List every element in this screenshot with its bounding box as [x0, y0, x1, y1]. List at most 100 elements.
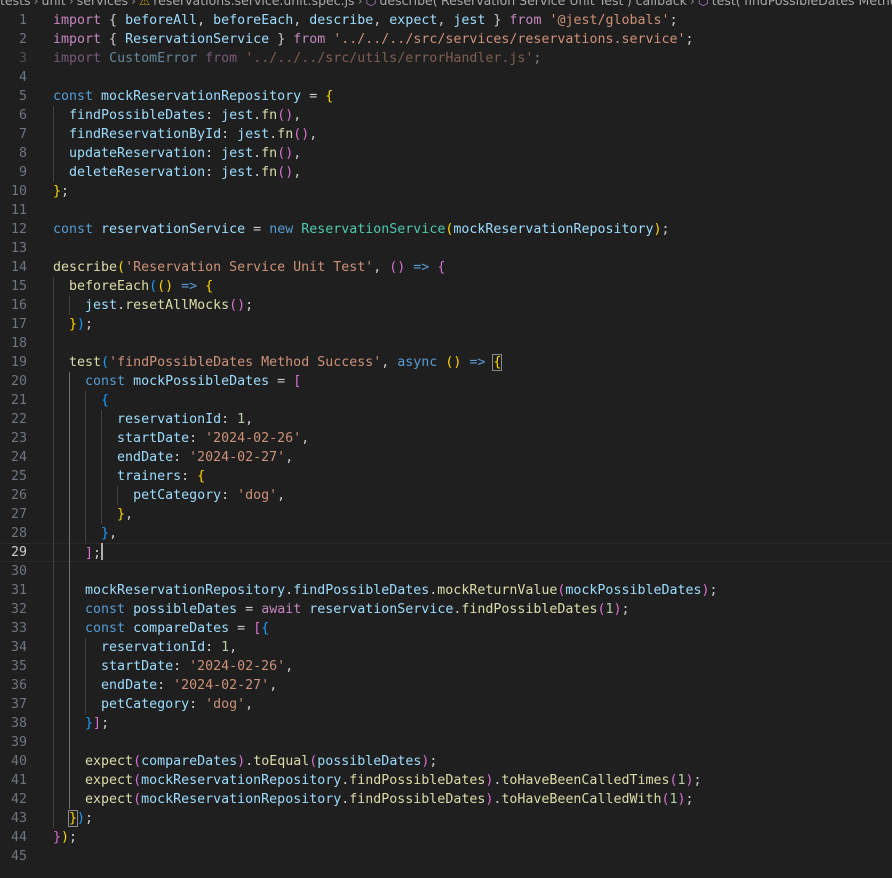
code-line[interactable]: 23 startDate: '2024-02-26', [0, 429, 892, 448]
code-line[interactable]: 13 [0, 239, 892, 258]
code-line[interactable]: 31 mockReservationRepository.findPossibl… [0, 581, 892, 600]
code-line[interactable]: 18 [0, 334, 892, 353]
breadcrumb-item-tests[interactable]: tests [0, 0, 31, 8]
breadcrumb-item-describe[interactable]: describe('Reservation Service Unit Test'… [379, 0, 686, 8]
code-token: , [245, 412, 254, 427]
code-line[interactable]: 11 [0, 201, 892, 220]
code-token: fn [277, 127, 294, 142]
code-line[interactable]: 19 test('findPossibleDates Method Succes… [0, 353, 892, 372]
breadcrumb-item-services[interactable]: services [77, 0, 128, 8]
code-line[interactable]: 17 }); [0, 315, 892, 334]
code-token: startDate [101, 659, 174, 674]
code-token: fn [261, 108, 278, 123]
code-token: ; [533, 51, 542, 66]
code-line[interactable]: 6 findPossibleDates: jest.fn(), [0, 106, 892, 125]
code-line[interactable]: 22 reservationId: 1, [0, 410, 892, 429]
code-token: () [229, 298, 246, 313]
code-token: } [117, 507, 126, 522]
code-token: ) [61, 830, 70, 845]
code-line[interactable]: 34 reservationId: 1, [0, 638, 892, 657]
code-line[interactable]: 26 petCategory: 'dog', [0, 486, 892, 505]
code-token: ; [661, 222, 670, 237]
code-line[interactable]: 9 deleteReservation: jest.fn(), [0, 163, 892, 182]
code-line[interactable]: 7 findReservationById: jest.fn(), [0, 125, 892, 144]
code-line[interactable]: 20 const mockPossibleDates = [ [0, 372, 892, 391]
code-token: describe [309, 13, 374, 28]
code-token: } [53, 830, 62, 845]
code-line[interactable]: 35 startDate: '2024-02-26', [0, 657, 892, 676]
code-token: } [85, 716, 94, 731]
line-number: 16 [10, 298, 27, 313]
code-line-current[interactable]: 29 ]; [0, 543, 892, 562]
code-token: '2024-02-27' [189, 450, 286, 465]
chevron-right-icon: › [33, 0, 39, 8]
code-token: ( [133, 773, 142, 788]
code-token: , [373, 13, 390, 28]
code-line[interactable]: 24 endDate: '2024-02-27', [0, 448, 892, 467]
code-line[interactable]: 32 const possibleDates = await reservati… [0, 600, 892, 619]
code-line[interactable]: 12 const reservationService = new Reserva… [0, 220, 892, 239]
code-token: , [125, 507, 134, 522]
line-number: 21 [10, 393, 27, 408]
code-line[interactable]: 28 }, [0, 524, 892, 543]
code-token: reservationService [101, 222, 246, 237]
code-token: = [245, 222, 270, 237]
code-line[interactable]: 2 import { ReservationService } from '../… [0, 30, 892, 49]
matching-bracket: { [492, 354, 503, 371]
code-token: . [117, 298, 126, 313]
code-token: from [509, 13, 542, 28]
chevron-right-icon: › [357, 0, 363, 8]
code-line[interactable]: 27 }, [0, 505, 892, 524]
code-line[interactable]: 38 }]; [0, 714, 892, 733]
code-line[interactable]: 40 expect(compareDates).toEqual(possible… [0, 752, 892, 771]
code-line[interactable]: 16 jest.resetAllMocks(); [0, 296, 892, 315]
code-line[interactable]: 30 [0, 562, 892, 581]
code-line[interactable]: 43 }); [0, 809, 892, 828]
code-token: ) [685, 773, 694, 788]
code-token: ( [661, 792, 670, 807]
code-line[interactable]: 25 trainers: { [0, 467, 892, 486]
code-editor[interactable]: 1 import { beforeAll, beforeEach, describ… [0, 11, 892, 866]
code-line[interactable]: 44}); [0, 828, 892, 847]
code-token: } [69, 317, 78, 332]
code-line[interactable]: 45 [0, 847, 892, 866]
code-line[interactable]: 42 expect(mockReservationRepository.find… [0, 790, 892, 809]
line-number: 23 [10, 431, 27, 446]
code-line[interactable]: 36 endDate: '2024-02-27', [0, 676, 892, 695]
code-line[interactable]: 33 const compareDates = [{ [0, 619, 892, 638]
code-line[interactable]: 37 petCategory: 'dog', [0, 695, 892, 714]
code-line[interactable]: 15 beforeEach(() => { [0, 277, 892, 296]
code-line[interactable]: 3 import CustomError from '../../../src/u… [0, 49, 892, 68]
line-number: 22 [10, 412, 27, 427]
code-token: expect [85, 754, 134, 769]
code-line[interactable]: 4 [0, 68, 892, 87]
code-token: deleteReservation [69, 165, 206, 180]
code-line[interactable]: 41 expect(mockReservationRepository.find… [0, 771, 892, 790]
code-token: 1 [669, 792, 678, 807]
line-number: 12 [10, 222, 27, 237]
code-line[interactable]: 14 describe('Reservation Service Unit Tes… [0, 258, 892, 277]
code-token: ; [685, 32, 694, 47]
breadcrumb-item-unit[interactable]: unit [42, 0, 66, 8]
code-line[interactable]: 8 updateReservation: jest.fn(), [0, 144, 892, 163]
code-token: compareDates [133, 621, 230, 636]
chevron-right-icon: › [68, 0, 74, 8]
line-number: 31 [10, 583, 27, 598]
code-token: findPossibleDates [349, 792, 486, 807]
code-token: mockPossibleDates [565, 583, 702, 598]
breadcrumb-item-file[interactable]: reservations.service.unit.spec.js [153, 0, 354, 8]
code-token: ( [117, 260, 126, 275]
code-token: ReservationService [125, 32, 270, 47]
line-number: 17 [10, 317, 27, 332]
breadcrumb-item-test[interactable]: test('findPossibleDates Method Success [712, 0, 892, 8]
chevron-right-icon: › [689, 0, 695, 8]
code-line[interactable]: 5 const mockReservationRepository = { [0, 87, 892, 106]
code-token: . [253, 165, 262, 180]
code-line[interactable]: 1 import { beforeAll, beforeEach, describ… [0, 11, 892, 30]
code-token: new [269, 222, 294, 237]
code-line[interactable]: 21 { [0, 391, 892, 410]
code-line[interactable]: 39 [0, 733, 892, 752]
code-line[interactable]: 10}; [0, 182, 892, 201]
